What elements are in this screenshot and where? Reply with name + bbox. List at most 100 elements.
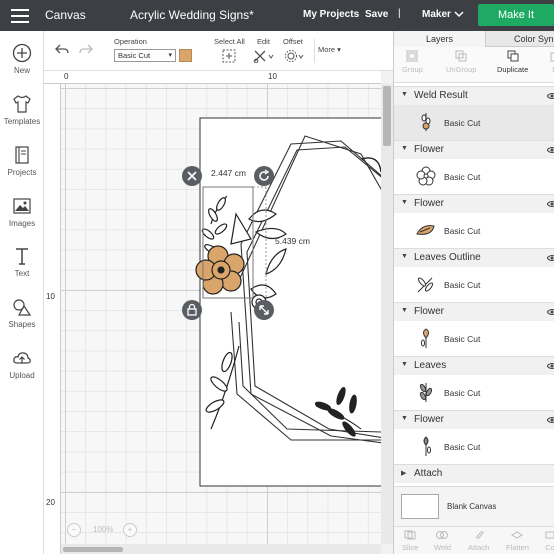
chevron-down-icon[interactable]: ▼ xyxy=(401,199,408,206)
layer-thumbnail xyxy=(417,277,434,293)
select-all-icon[interactable] xyxy=(222,49,236,63)
zoom-in-button[interactable]: + xyxy=(123,523,137,537)
zoom-out-button[interactable]: − xyxy=(67,523,81,537)
layer-group[interactable]: ▼ Flower xyxy=(394,194,554,213)
slice-button[interactable]: Slice xyxy=(402,530,418,552)
layer-item-label: Basic Cut xyxy=(444,280,481,290)
layer-group[interactable]: ▶ Attach xyxy=(394,464,554,483)
layer-item[interactable]: Basic Cut xyxy=(394,321,554,356)
duplicate-icon xyxy=(507,50,519,62)
operation-select[interactable]: Basic Cut ▾ xyxy=(114,49,176,62)
blank-canvas-label: Blank Canvas xyxy=(447,502,497,511)
width-dimension: 2.447 cm xyxy=(211,168,246,178)
delete-button[interactable]: D xyxy=(549,50,554,74)
lock-handle[interactable] xyxy=(182,300,202,320)
chevron-down-icon[interactable]: ▼ xyxy=(401,415,408,422)
blank-canvas-row[interactable]: Blank Canvas xyxy=(394,486,554,526)
hamburger-menu-icon[interactable] xyxy=(11,9,29,23)
tab-color-sync[interactable]: Color Sync xyxy=(514,31,554,47)
redo-icon[interactable] xyxy=(79,42,93,56)
duplicate-button[interactable]: Duplicate xyxy=(497,50,528,74)
eye-icon[interactable] xyxy=(547,415,554,425)
vertical-scrollbar[interactable] xyxy=(381,84,393,544)
sidebar-item-label: New xyxy=(13,66,30,75)
tab-layers[interactable]: Layers xyxy=(394,31,486,47)
layer-actions: Group UnGroup Duplicate D xyxy=(394,47,554,83)
offset-icon[interactable] xyxy=(284,49,306,63)
layer-group[interactable]: ▼ Weld Result xyxy=(394,86,554,105)
eye-icon[interactable] xyxy=(547,307,554,317)
sidebar-item-label: Images xyxy=(8,219,36,228)
eye-icon[interactable] xyxy=(547,253,554,263)
layer-item[interactable]: Basic Cut xyxy=(394,213,554,248)
delete-handle[interactable] xyxy=(182,166,202,186)
rotate-handle[interactable] xyxy=(254,166,274,186)
ruler-number: 0 xyxy=(64,72,69,81)
flatten-button[interactable]: Flatten xyxy=(506,530,529,552)
action-label: Weld xyxy=(434,543,451,552)
layer-group[interactable]: ▼ Leaves Outline xyxy=(394,248,554,267)
chevron-down-icon[interactable]: ▼ xyxy=(401,91,408,98)
sidebar-item-new[interactable]: New xyxy=(0,43,44,75)
edit-toolbar: Operation Basic Cut ▾ Select All Edit Of… xyxy=(44,31,394,71)
undo-icon[interactable] xyxy=(55,42,69,56)
design-canvas[interactable]: 2.447 cm 5.439 cm xyxy=(61,84,381,544)
horizontal-scrollbar[interactable] xyxy=(61,544,381,554)
left-sidebar: New Templates Projects Images Text Shape… xyxy=(0,31,44,554)
layer-thumbnail xyxy=(419,383,433,402)
layer-item[interactable]: Basic Cut xyxy=(394,105,554,140)
action-label: Attach xyxy=(468,543,490,552)
layer-group[interactable]: ▼ Flower xyxy=(394,302,554,321)
resize-handle[interactable] xyxy=(254,300,274,320)
layer-group[interactable]: ▼ Flower xyxy=(394,410,554,429)
ungroup-button[interactable]: UnGroup xyxy=(446,50,476,74)
layer-item[interactable]: Basic Cut xyxy=(394,159,554,194)
chevron-down-icon[interactable]: ▼ xyxy=(401,307,408,314)
group-name: Attach xyxy=(414,468,443,479)
blank-canvas-swatch[interactable] xyxy=(401,494,439,519)
operation-color-swatch[interactable] xyxy=(179,49,192,62)
layer-item[interactable]: Basic Cut xyxy=(394,375,554,410)
attach-button[interactable]: Attach xyxy=(468,530,489,552)
eye-icon[interactable] xyxy=(547,361,554,371)
eye-icon[interactable] xyxy=(547,91,554,101)
chevron-down-icon[interactable] xyxy=(454,9,464,22)
chevron-down-icon[interactable]: ▼ xyxy=(401,253,408,260)
layer-thumbnail xyxy=(416,166,436,186)
sidebar-item-templates[interactable]: Templates xyxy=(0,94,44,126)
rotate-icon xyxy=(259,169,270,181)
image-icon xyxy=(13,198,31,214)
chevron-down-icon[interactable]: ▼ xyxy=(401,145,408,152)
cloud-upload-icon xyxy=(13,352,31,364)
group-button[interactable]: Group xyxy=(402,50,423,74)
scroll-thumb[interactable] xyxy=(383,86,391,146)
chevron-down-icon[interactable]: ▼ xyxy=(401,361,408,368)
save-button[interactable]: Save xyxy=(365,9,388,20)
sidebar-item-projects[interactable]: Projects xyxy=(0,145,44,177)
layer-group[interactable]: ▼ Leaves xyxy=(394,356,554,375)
make-it-button[interactable]: Make It xyxy=(478,4,554,26)
eye-icon[interactable] xyxy=(547,199,554,209)
weld-button[interactable]: Weld xyxy=(434,530,451,552)
plus-circle-icon xyxy=(12,43,32,63)
eye-icon[interactable] xyxy=(547,145,554,155)
scissors-icon[interactable] xyxy=(253,49,275,63)
layer-item[interactable]: Basic Cut xyxy=(394,267,554,302)
paperclip-icon xyxy=(475,531,484,540)
group-name: Flower xyxy=(414,306,445,317)
sidebar-item-images[interactable]: Images xyxy=(0,196,44,228)
group-name: Leaves Outline xyxy=(414,252,481,263)
layer-item[interactable]: Basic Cut xyxy=(394,429,554,464)
sidebar-item-shapes[interactable]: Shapes xyxy=(0,297,44,329)
sidebar-item-upload[interactable]: Upload xyxy=(0,348,44,380)
more-menu[interactable]: More ▾ xyxy=(318,45,341,54)
my-projects-link[interactable]: My Projects xyxy=(303,9,359,20)
layer-group[interactable]: ▼ Flower xyxy=(394,140,554,159)
document-title[interactable]: Acrylic Wedding Signs* xyxy=(130,8,254,22)
machine-select[interactable]: Maker xyxy=(422,9,451,20)
sidebar-item-text[interactable]: Text xyxy=(0,246,44,278)
contour-button[interactable]: Co xyxy=(544,530,554,552)
close-icon xyxy=(187,171,197,181)
scroll-thumb[interactable] xyxy=(63,547,123,552)
chevron-right-icon[interactable]: ▶ xyxy=(401,469,406,477)
